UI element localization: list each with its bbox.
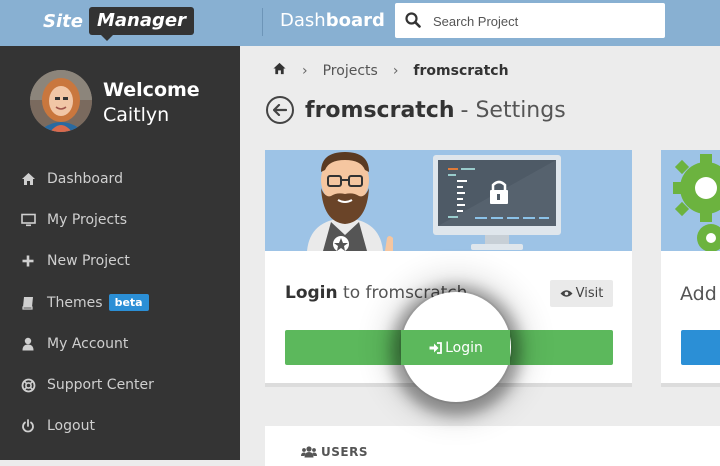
sidebar-item-label: Dashboard: [47, 170, 123, 187]
add-card-illustration: [661, 150, 720, 252]
add-card-button[interactable]: [681, 330, 720, 365]
search-icon: [405, 12, 421, 28]
sidebar: Welcome Caitlyn Dashboard My Projects Ne…: [0, 46, 240, 460]
users-section: USERS: [265, 426, 720, 466]
sidebar-item-label: My Projects: [47, 211, 128, 228]
top-bar: Site Manager Dashboard: [0, 0, 720, 46]
sidebar-item-logout[interactable]: Logout: [0, 406, 240, 447]
power-icon: [20, 418, 36, 434]
lifebuoy-icon: [20, 377, 36, 393]
welcome-message: Welcome Caitlyn: [103, 78, 200, 128]
avatar[interactable]: [30, 70, 92, 132]
monitor-icon: [20, 212, 36, 228]
sidebar-item-label: Support Center: [47, 377, 154, 394]
add-card-title: Add p: [680, 283, 720, 305]
users-heading: USERS: [301, 445, 368, 459]
beta-badge: beta: [108, 294, 149, 312]
add-card: Add p: [661, 150, 720, 387]
breadcrumb-separator: ›: [392, 62, 399, 79]
page-title: fromscratch - Settings: [266, 96, 566, 124]
title-suffix: - Settings: [460, 97, 566, 123]
header-section-light: Dash: [280, 10, 326, 31]
login-button-label: Login: [445, 339, 483, 356]
visit-label: Visit: [575, 286, 604, 301]
breadcrumb: › Projects › fromscratch: [272, 62, 509, 79]
sidebar-item-label: Themes: [47, 294, 103, 311]
users-icon: [301, 446, 317, 458]
sidebar-item-my-projects[interactable]: My Projects: [0, 199, 240, 240]
home-icon: [20, 171, 36, 187]
header-divider: [262, 8, 263, 36]
search-box[interactable]: [395, 3, 665, 40]
project-name: fromscratch: [305, 97, 455, 123]
site-manager-logo[interactable]: Site Manager: [43, 6, 194, 41]
sign-in-icon: [429, 341, 443, 354]
sidebar-item-themes[interactable]: Themes beta: [0, 282, 240, 323]
sidebar-item-support-center[interactable]: Support Center: [0, 364, 240, 405]
eye-icon: [560, 290, 573, 297]
welcome-text: Welcome: [103, 79, 200, 101]
sidebar-nav: Dashboard My Projects New Project Themes…: [0, 158, 240, 447]
sidebar-item-label: Logout: [47, 418, 95, 435]
sidebar-item-label: My Account: [47, 335, 129, 352]
login-card-illustration: [265, 150, 632, 251]
back-arrow-icon[interactable]: [266, 96, 294, 124]
users-label: USERS: [321, 445, 368, 459]
header-section-bold: board: [325, 10, 385, 31]
breadcrumb-projects[interactable]: Projects: [323, 63, 378, 79]
login-label-bold: Login: [285, 283, 338, 303]
breadcrumb-current: fromscratch: [413, 62, 509, 79]
search-input[interactable]: [431, 3, 660, 40]
visit-button[interactable]: Visit: [550, 280, 613, 307]
home-icon[interactable]: [272, 62, 287, 79]
sidebar-item-dashboard[interactable]: Dashboard: [0, 158, 240, 199]
sidebar-item-new-project[interactable]: New Project: [0, 241, 240, 282]
sidebar-item-label: New Project: [47, 253, 130, 270]
sidebar-item-my-account[interactable]: My Account: [0, 323, 240, 364]
logo-site-text: Site: [43, 10, 83, 32]
header-section-title: Dashboard: [280, 10, 385, 31]
book-icon: [20, 295, 36, 311]
logo-manager-text: Manager: [88, 7, 194, 41]
breadcrumb-separator: ›: [302, 62, 308, 79]
login-button-label-wrap[interactable]: Login: [401, 330, 511, 365]
plus-icon: [20, 253, 36, 269]
user-name: Caitlyn: [103, 104, 170, 126]
user-icon: [20, 336, 36, 352]
